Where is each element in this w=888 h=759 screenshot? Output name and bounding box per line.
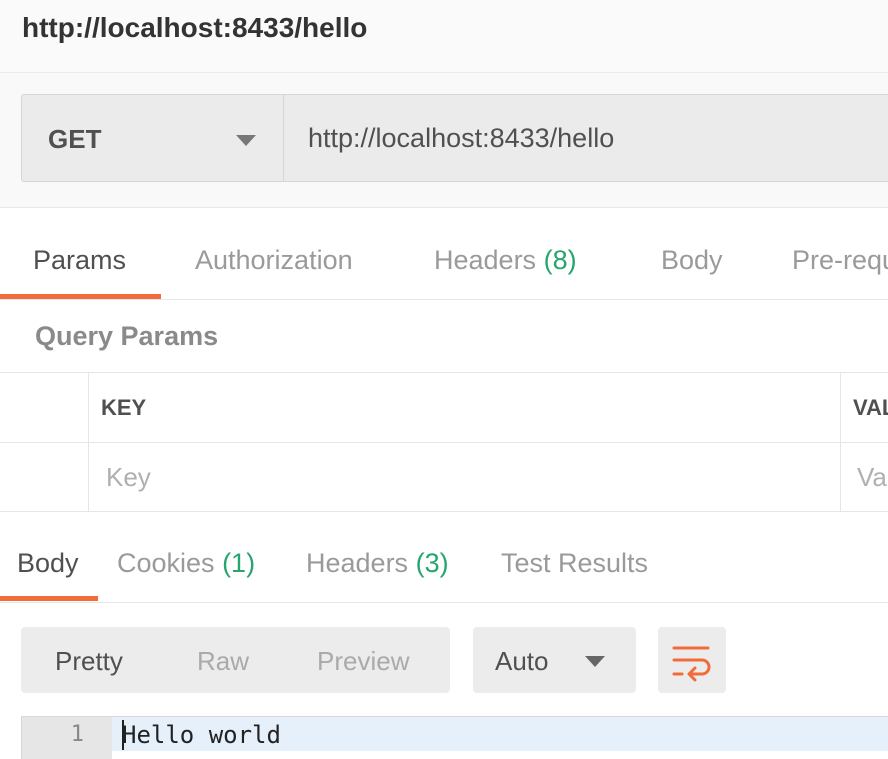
wrap-lines-icon: [672, 646, 711, 682]
tab-label: Test Results: [501, 548, 649, 578]
tab-label: Body: [661, 245, 723, 275]
response-tab-test-results[interactable]: Test Results: [501, 548, 648, 579]
tab-params[interactable]: Params: [33, 245, 126, 276]
tab-pre-request-script[interactable]: Pre-requ: [792, 245, 888, 276]
tab-label: Headers: [306, 548, 409, 578]
tab-label: Cookies: [117, 548, 215, 578]
tab-headers[interactable]: Headers (8): [434, 245, 577, 276]
tab-label: Params: [33, 245, 127, 275]
tab-authorization[interactable]: Authorization: [195, 245, 353, 276]
url-value: http://localhost:8433/hello: [308, 123, 615, 153]
chevron-down-icon: [585, 656, 605, 667]
column-divider: [88, 373, 89, 511]
table-divider: [0, 372, 888, 373]
format-select-value: Auto: [495, 646, 549, 676]
value-input[interactable]: Va: [857, 462, 887, 493]
raw-button[interactable]: Raw: [197, 646, 249, 677]
tab-label: Authorization: [195, 245, 353, 275]
column-header-key: KEY: [101, 395, 147, 420]
active-tab-indicator: [0, 294, 161, 299]
pretty-button[interactable]: Pretty: [55, 646, 123, 677]
column-header-value: VAL: [853, 395, 888, 420]
response-tab-headers[interactable]: Headers (3): [306, 548, 449, 579]
text-cursor: [122, 720, 124, 750]
tab-label: Body: [17, 548, 79, 578]
line-number: 1: [70, 722, 84, 747]
wrap-lines-button[interactable]: [658, 627, 726, 693]
column-divider: [840, 373, 841, 511]
code-line[interactable]: Hello world: [122, 721, 281, 749]
tab-count-badge: (1): [222, 548, 256, 578]
response-tab-cookies[interactable]: Cookies (1): [117, 548, 255, 579]
table-divider: [0, 511, 888, 512]
tab-count-badge: (3): [415, 548, 449, 578]
preview-button[interactable]: Preview: [317, 646, 409, 677]
active-tab-indicator: [0, 596, 98, 601]
tabs-divider: [0, 602, 888, 603]
tab-count-badge: (8): [543, 245, 577, 275]
tab-label: Pre-requ: [792, 245, 888, 275]
table-divider: [0, 442, 888, 443]
chevron-down-icon: [236, 135, 256, 146]
method-label: GET: [48, 124, 102, 154]
tab-label: Headers: [434, 245, 537, 275]
tab-body[interactable]: Body: [661, 245, 723, 276]
key-input[interactable]: Key: [106, 462, 151, 493]
request-title[interactable]: http://localhost:8433/hello: [22, 12, 367, 44]
query-params-title: Query Params: [35, 321, 219, 351]
response-tab-body[interactable]: Body: [17, 548, 79, 579]
